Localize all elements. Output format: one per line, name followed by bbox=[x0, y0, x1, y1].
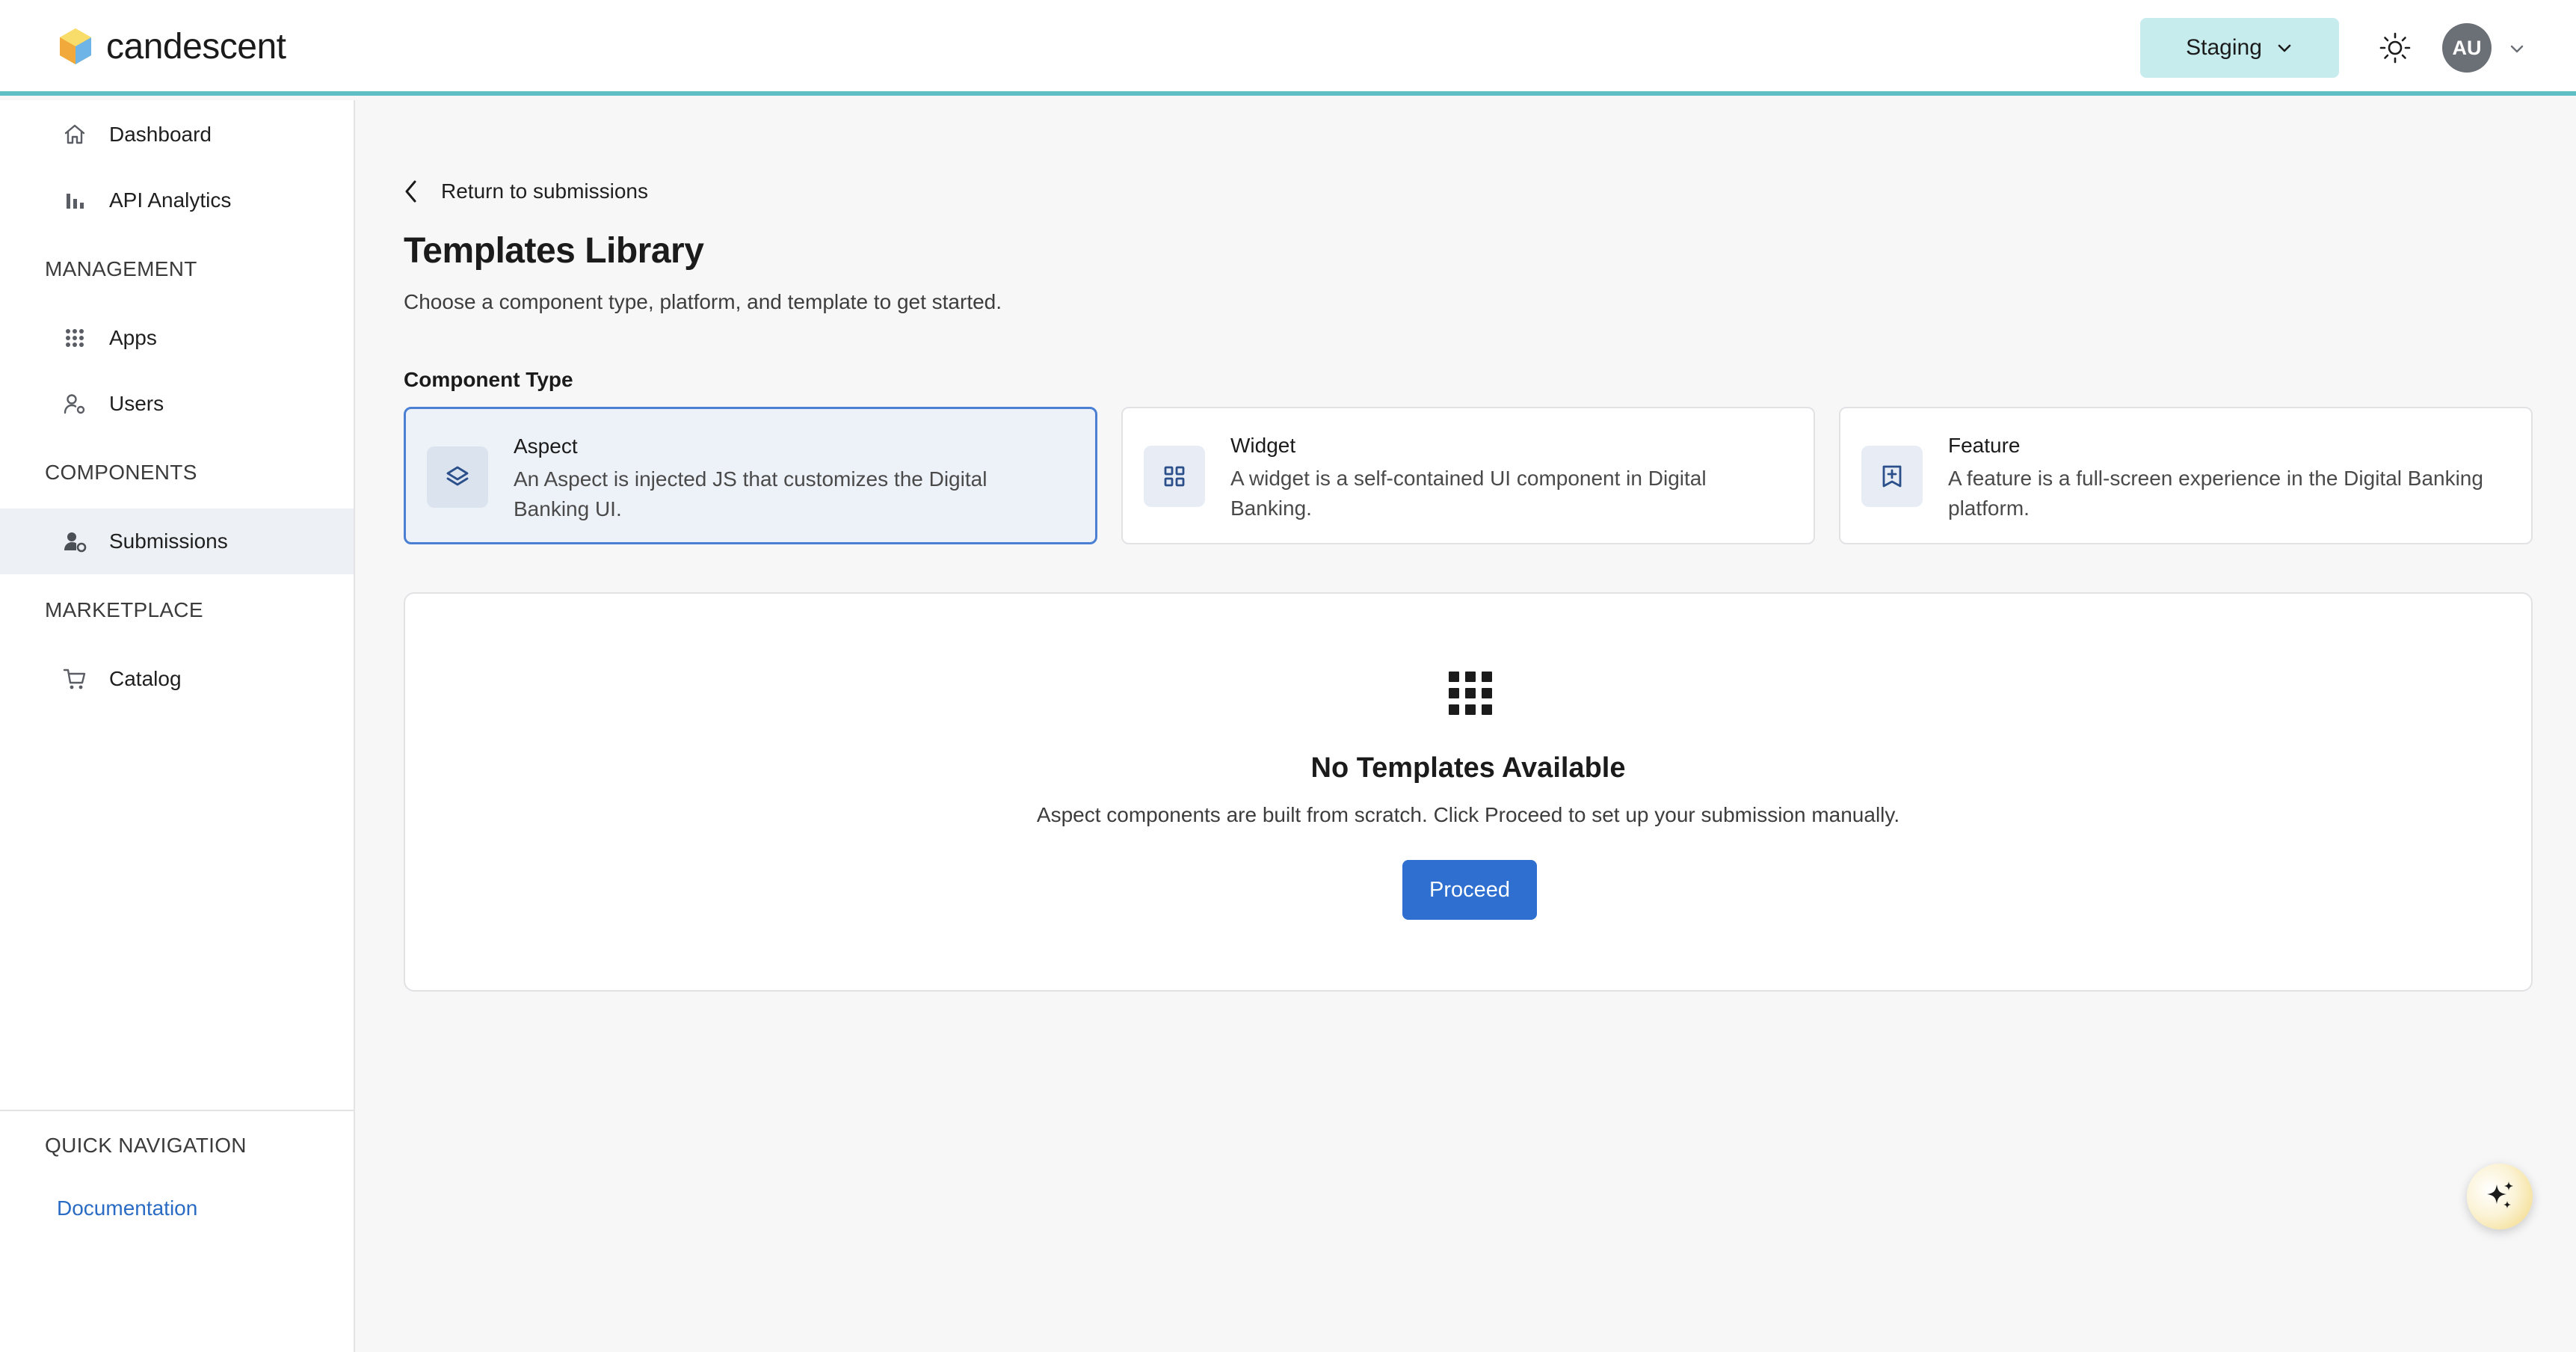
layers-icon bbox=[427, 446, 488, 508]
sidebar-divider bbox=[0, 1110, 354, 1111]
feature-plus-icon bbox=[1861, 446, 1923, 507]
bar-chart-icon bbox=[60, 185, 90, 215]
documentation-link[interactable]: Documentation bbox=[57, 1196, 197, 1220]
component-type-description: An Aspect is injected JS that customizes… bbox=[514, 467, 987, 520]
return-to-submissions-link[interactable]: Return to submissions bbox=[401, 176, 648, 206]
apps-grid-icon bbox=[1449, 672, 1492, 715]
section-label-quick-navigation: QUICK NAVIGATION bbox=[45, 1134, 247, 1157]
brand[interactable]: candescent bbox=[58, 25, 286, 67]
sidebar-item-label: Catalog bbox=[109, 667, 182, 690]
component-type-heading: Component Type bbox=[404, 368, 573, 391]
sidebar-item-users[interactable]: Users bbox=[0, 371, 354, 437]
sidebar-item-apps[interactable]: Apps bbox=[0, 305, 354, 371]
sidebar-item-api-analytics[interactable]: API Analytics bbox=[0, 168, 354, 233]
environment-selector[interactable]: Staging bbox=[2140, 18, 2339, 78]
sidebar-item-label: API Analytics bbox=[109, 188, 232, 212]
sun-icon bbox=[2379, 32, 2411, 64]
component-type-name: Widget bbox=[1230, 434, 1296, 457]
top-bar: candescent Staging AU bbox=[0, 0, 2576, 96]
widget-grid-icon bbox=[1144, 446, 1205, 507]
section-label-components: COMPONENTS bbox=[45, 461, 197, 484]
sidebar-item-label: Dashboard bbox=[109, 123, 212, 146]
chevron-left-icon bbox=[405, 180, 416, 203]
empty-state-title: No Templates Available bbox=[1310, 752, 1626, 784]
page-title: Templates Library bbox=[404, 231, 704, 271]
component-type-description: A feature is a full-screen experience in… bbox=[1948, 467, 2483, 520]
grid-icon bbox=[60, 323, 90, 353]
account-menu-chevron-icon[interactable] bbox=[2506, 37, 2528, 60]
sidebar: Dashboard API Analytics MANAGEMENT Apps … bbox=[0, 100, 355, 1352]
environment-label: Staging bbox=[2186, 35, 2262, 60]
templates-empty-state: No Templates Available Aspect components… bbox=[404, 592, 2533, 992]
chevron-down-icon bbox=[2278, 44, 2291, 52]
component-type-name: Aspect bbox=[514, 434, 578, 458]
theme-toggle-button[interactable] bbox=[2373, 25, 2418, 70]
sparkles-icon bbox=[2487, 1182, 2513, 1208]
sidebar-item-submissions[interactable]: Submissions bbox=[0, 508, 354, 574]
sidebar-item-catalog[interactable]: Catalog bbox=[0, 646, 354, 712]
component-type-feature-card[interactable]: Feature A feature is a full-screen exper… bbox=[1839, 407, 2533, 544]
home-icon bbox=[60, 120, 90, 150]
user-gear-icon bbox=[60, 526, 90, 556]
component-type-aspect-card[interactable]: Aspect An Aspect is injected JS that cus… bbox=[404, 407, 1097, 544]
empty-state-description: Aspect components are built from scratch… bbox=[1036, 803, 1900, 826]
ai-assistant-button[interactable] bbox=[2467, 1164, 2533, 1229]
section-label-marketplace: MARKETPLACE bbox=[45, 598, 203, 621]
component-type-name: Feature bbox=[1948, 434, 2021, 457]
proceed-button[interactable]: Proceed bbox=[1402, 860, 1537, 920]
page-subtitle: Choose a component type, platform, and t… bbox=[404, 290, 1002, 313]
component-type-widget-card[interactable]: Widget A widget is a self-contained UI c… bbox=[1121, 407, 1815, 544]
section-label-management: MANAGEMENT bbox=[45, 257, 197, 280]
user-avatar[interactable]: AU bbox=[2442, 23, 2492, 73]
user-settings-icon bbox=[60, 389, 90, 419]
brand-name: candescent bbox=[106, 26, 286, 67]
component-type-description: A widget is a self-contained UI componen… bbox=[1230, 467, 1707, 520]
back-link-label: Return to submissions bbox=[441, 179, 649, 203]
cart-icon bbox=[60, 664, 90, 694]
sidebar-item-label: Users bbox=[109, 392, 164, 415]
candescent-logo-icon bbox=[60, 28, 91, 64]
sidebar-item-label: Apps bbox=[109, 326, 157, 349]
sidebar-item-label: Submissions bbox=[109, 529, 228, 553]
sidebar-item-dashboard[interactable]: Dashboard bbox=[0, 102, 354, 168]
